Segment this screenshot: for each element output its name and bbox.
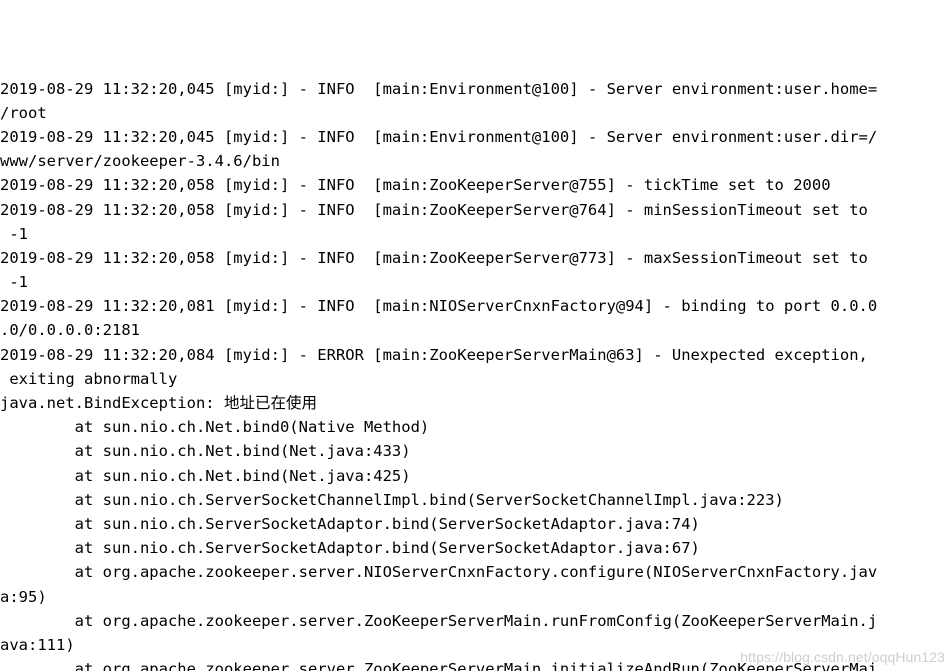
- terminal-window[interactable]: 2019-08-29 11:32:20,045 [myid:] - INFO […: [0, 0, 951, 671]
- terminal-line: 2019-08-29 11:32:20,084 [myid:] - ERROR …: [0, 345, 868, 364]
- terminal-line: -1: [0, 224, 28, 243]
- terminal-line: /root: [0, 103, 47, 122]
- terminal-line: 2019-08-29 11:32:20,058 [myid:] - INFO […: [0, 248, 868, 267]
- terminal-line: at sun.nio.ch.Net.bind(Net.java:425): [0, 466, 411, 485]
- terminal-line: exiting abnormally: [0, 369, 178, 388]
- terminal-line: at sun.nio.ch.Net.bind(Net.java:433): [0, 442, 411, 461]
- terminal-line: 2019-08-29 11:32:20,045 [myid:] - INFO […: [0, 127, 878, 146]
- terminal-output: 2019-08-29 11:32:20,045 [myid:] - INFO […: [0, 4, 951, 671]
- watermark-url: https://blog.csdn.net/oqqHun123: [740, 649, 945, 665]
- terminal-line: 2019-08-29 11:32:20,058 [myid:] - INFO […: [0, 200, 868, 219]
- terminal-line: -1: [0, 273, 28, 292]
- terminal-line: at org.apache.zookeeper.server.ZooKeeper…: [0, 611, 878, 630]
- terminal-line: at sun.nio.ch.ServerSocketAdaptor.bind(S…: [0, 514, 700, 533]
- terminal-line: a:95): [0, 587, 47, 606]
- window-top-edge: [0, 0, 951, 2]
- terminal-line: 2019-08-29 11:32:20,045 [myid:] - INFO […: [0, 79, 878, 98]
- terminal-line: www/server/zookeeper-3.4.6/bin: [0, 152, 280, 171]
- terminal-line: 2019-08-29 11:32:20,058 [myid:] - INFO […: [0, 176, 831, 195]
- terminal-line: java.net.BindException: 地址已在使用: [0, 394, 317, 413]
- terminal-line: at sun.nio.ch.ServerSocketChannelImpl.bi…: [0, 490, 784, 509]
- terminal-line: at sun.nio.ch.Net.bind0(Native Method): [0, 418, 430, 437]
- terminal-line: at sun.nio.ch.ServerSocketAdaptor.bind(S…: [0, 539, 700, 558]
- terminal-line: 2019-08-29 11:32:20,081 [myid:] - INFO […: [0, 297, 878, 316]
- terminal-line: at org.apache.zookeeper.server.NIOServer…: [0, 563, 878, 582]
- terminal-line: .0/0.0.0.0:2181: [0, 321, 140, 340]
